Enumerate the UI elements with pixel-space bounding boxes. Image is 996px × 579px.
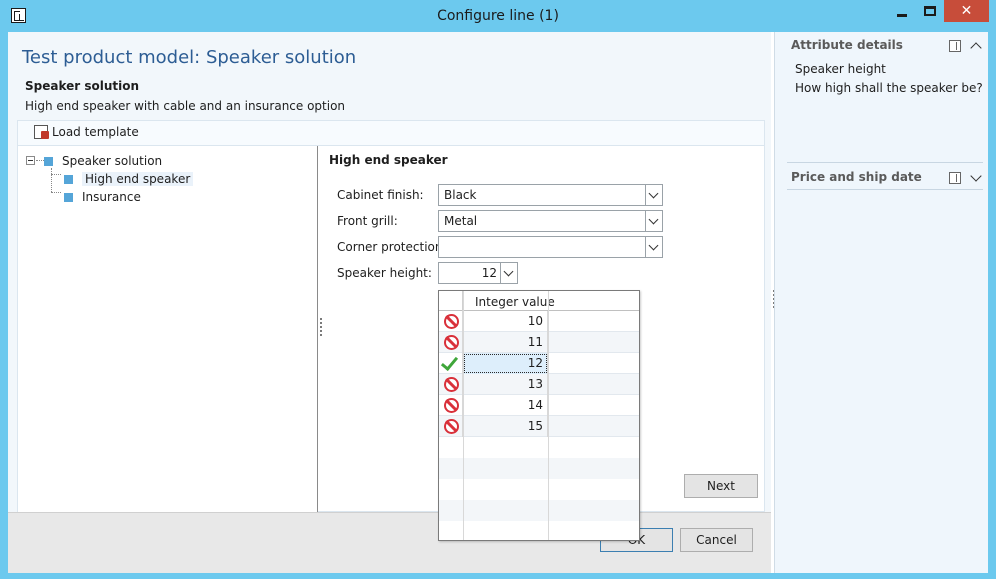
front-grill-label: Front grill: [337, 214, 398, 228]
attribute-details-header[interactable]: Attribute details [791, 38, 903, 52]
speaker-height-combobox[interactable]: 12 [438, 262, 518, 284]
chevron-down-icon[interactable] [645, 237, 662, 257]
component-group-title: High end speaker [329, 153, 448, 167]
dialog-footer: OK Cancel [8, 512, 771, 573]
window-bottom-border [8, 573, 988, 579]
not-allowed-icon [444, 335, 459, 350]
option-value: 12 [463, 353, 548, 374]
corner-protection-label: Corner protection: [337, 240, 447, 254]
dropdown-option[interactable]: 10 [439, 311, 639, 332]
checkmark-icon [440, 352, 459, 372]
empty-row [439, 458, 639, 479]
window-title: Configure line (1) [437, 8, 559, 24]
close-button[interactable]: ✕ [944, 0, 989, 22]
cabinet-finish-combobox[interactable]: Black [438, 184, 663, 206]
status-column-header [439, 291, 463, 311]
tree-node-label: Speaker solution [62, 154, 163, 168]
fact-box-pane: Attribute details Speaker height How hig… [774, 32, 988, 573]
price-ship-date-header[interactable]: Price and ship date [791, 170, 922, 184]
speaker-height-label: Speaker height: [337, 266, 432, 280]
next-button[interactable]: Next [684, 474, 758, 498]
cancel-button[interactable]: Cancel [680, 528, 753, 552]
status-cell [439, 395, 463, 416]
main-pane: Test product model: Speaker solution Spe… [8, 32, 771, 573]
tree-node-label: Insurance [82, 190, 141, 204]
option-value: 15 [463, 416, 548, 437]
chevron-up-icon[interactable] [970, 42, 982, 54]
fact-box-options-icon[interactable] [949, 172, 961, 184]
fact-box-options-icon[interactable] [949, 40, 961, 52]
collapse-icon[interactable] [26, 156, 35, 165]
status-cell [439, 374, 463, 395]
content-area: Speaker solution High end speaker Insura… [17, 146, 765, 512]
corner-protection-combobox[interactable] [438, 236, 663, 258]
not-allowed-icon [444, 398, 459, 413]
tree-connector [51, 168, 52, 192]
minimize-button[interactable] [888, 0, 916, 22]
load-template-button[interactable]: Load template [34, 125, 139, 139]
model-name: Speaker solution [25, 79, 140, 93]
option-value: 13 [463, 374, 548, 395]
integer-value-column-header[interactable]: Integer value [475, 295, 555, 309]
cabinet-finish-label: Cabinet finish: [337, 188, 424, 202]
empty-row [439, 521, 639, 540]
component-node-icon [44, 156, 53, 166]
configure-line-window: Configure line (1) ✕ Test product model:… [0, 0, 996, 579]
combobox-value: 12 [481, 266, 497, 280]
dropdown-option[interactable]: 13 [439, 374, 639, 395]
not-allowed-icon [444, 419, 459, 434]
column-gridline [463, 291, 464, 540]
option-value: 14 [463, 395, 548, 416]
status-cell [439, 352, 463, 374]
component-tree: Speaker solution High end speaker Insura… [18, 146, 318, 512]
pane-splitter[interactable] [320, 318, 322, 336]
load-template-label: Load template [52, 125, 139, 139]
combobox-value: Black [444, 188, 477, 202]
status-cell [439, 311, 463, 332]
fact-divider [787, 162, 983, 163]
not-allowed-icon [444, 377, 459, 392]
empty-row [439, 437, 639, 458]
option-value: 10 [463, 311, 548, 332]
model-description: High end speaker with cable and an insur… [25, 99, 346, 113]
speaker-height-dropdown-list[interactable]: Integer value 10 11 12 13 14 15 [438, 290, 640, 541]
toolbar: Load template [17, 120, 765, 146]
chevron-down-icon[interactable] [970, 170, 982, 182]
tree-connector [51, 192, 61, 193]
tree-connector [36, 160, 44, 161]
tree-connector [51, 174, 61, 175]
dropdown-option[interactable]: 14 [439, 395, 639, 416]
tree-node-speaker-solution[interactable]: Speaker solution [44, 152, 162, 170]
status-cell [439, 416, 463, 437]
attribute-name: Speaker height [795, 62, 886, 76]
attribute-question: How high shall the speaker be? [795, 81, 983, 95]
not-allowed-icon [444, 314, 459, 329]
dropdown-option-selected[interactable]: 12 [439, 352, 639, 374]
column-gridline [548, 291, 549, 540]
front-grill-combobox[interactable]: Metal [438, 210, 663, 232]
chevron-down-icon[interactable] [645, 185, 662, 205]
status-cell [439, 332, 463, 353]
empty-row [439, 500, 639, 521]
dropdown-header: Integer value [439, 291, 639, 311]
fact-divider [787, 189, 983, 190]
combobox-value: Metal [444, 214, 478, 228]
empty-row [439, 479, 639, 500]
page-title: Test product model: Speaker solution [22, 47, 357, 68]
dropdown-option[interactable]: 11 [439, 332, 639, 353]
chevron-down-icon[interactable] [645, 211, 662, 231]
component-node-icon [64, 174, 73, 184]
dropdown-option[interactable]: 15 [439, 416, 639, 437]
option-value: 11 [463, 332, 548, 353]
tree-node-insurance[interactable]: Insurance [64, 188, 141, 206]
title-bar[interactable]: Configure line (1) ✕ [0, 0, 996, 32]
maximize-button[interactable] [916, 0, 944, 22]
template-icon [34, 125, 49, 139]
component-node-icon [64, 192, 73, 202]
tree-node-label: High end speaker [82, 172, 194, 186]
tree-node-high-end-speaker[interactable]: High end speaker [64, 170, 194, 188]
chevron-down-icon[interactable] [500, 263, 517, 283]
